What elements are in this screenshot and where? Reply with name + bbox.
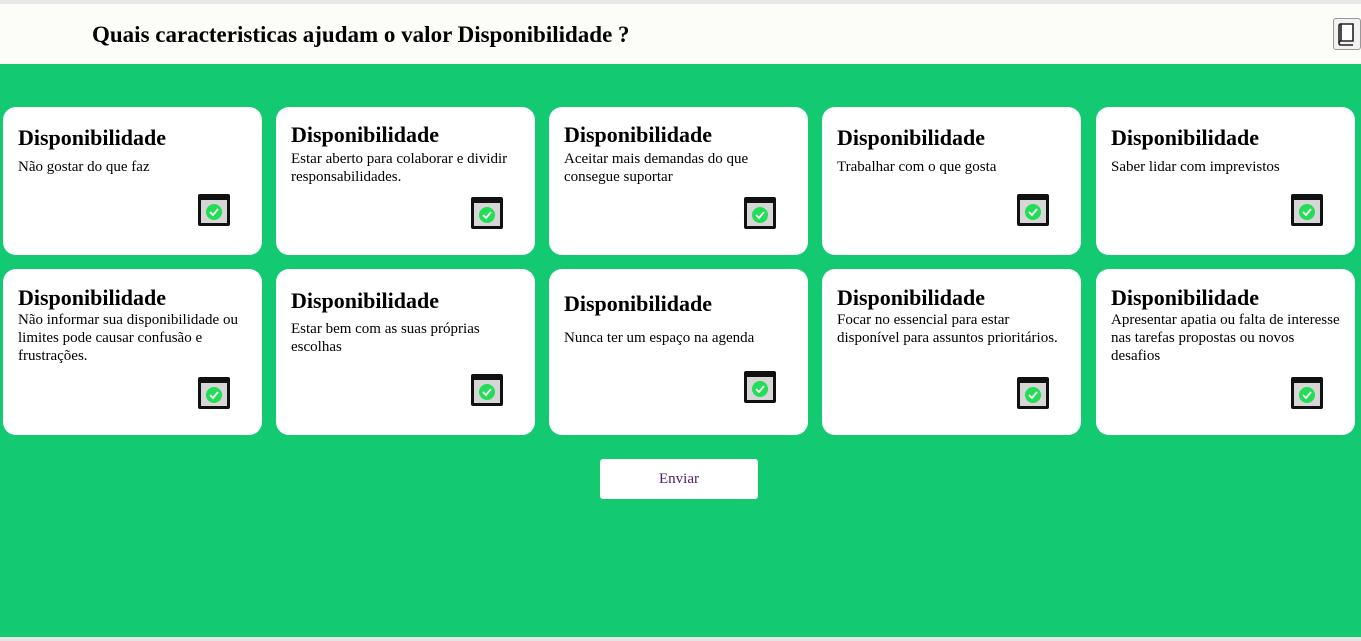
option-card[interactable]: Disponibilidade Trabalhar com o que gost… <box>822 107 1081 255</box>
card-text: Trabalhar com o que gosta <box>837 159 997 175</box>
option-card[interactable]: Disponibilidade Nunca ter um espaço na a… <box>549 269 808 435</box>
check-icon[interactable] <box>1016 192 1050 228</box>
bottom-border <box>0 637 1361 641</box>
check-icon[interactable] <box>470 195 504 231</box>
card-text: Estar aberto para colaborar e dividir re… <box>291 151 508 185</box>
book-button[interactable] <box>1333 18 1361 50</box>
card-text: Aceitar mais demandas do que consegue su… <box>564 151 749 185</box>
card-title: Disponibilidade <box>1111 125 1259 150</box>
option-card[interactable]: Disponibilidade Não gostar do que faz <box>3 107 262 255</box>
check-icon[interactable] <box>470 372 504 408</box>
book-icon <box>1338 23 1354 46</box>
check-icon[interactable] <box>743 369 777 405</box>
header-bar: Quais caracteristicas ajudam o valor Dis… <box>0 4 1361 64</box>
card-title: Disponibilidade <box>18 125 166 150</box>
option-card[interactable]: Disponibilidade Aceitar mais demandas do… <box>549 107 808 255</box>
card-title: Disponibilidade <box>564 291 712 316</box>
card-text: Focar no essencial para estar disponível… <box>837 312 1058 346</box>
check-icon[interactable] <box>197 192 231 228</box>
page-title: Quais caracteristicas ajudam o valor Dis… <box>92 22 630 47</box>
card-title: Disponibilidade <box>291 288 439 313</box>
card-title: Disponibilidade <box>564 122 712 147</box>
option-card[interactable]: Disponibilidade Estar bem com as suas pr… <box>276 269 535 435</box>
check-icon[interactable] <box>743 195 777 231</box>
send-button[interactable]: Enviar <box>600 459 758 499</box>
card-text: Estar bem com as suas próprias escolhas <box>291 321 480 355</box>
card-title: Disponibilidade <box>837 125 985 150</box>
card-text: Nunca ter um espaço na agenda <box>564 330 755 346</box>
check-icon[interactable] <box>1290 375 1324 411</box>
option-card[interactable]: Disponibilidade Não informar sua disponi… <box>3 269 262 435</box>
card-text: Não gostar do que faz <box>18 159 150 175</box>
check-icon[interactable] <box>197 375 231 411</box>
check-icon[interactable] <box>1016 375 1050 411</box>
check-icon[interactable] <box>1290 192 1324 228</box>
card-text: Não informar sua disponibilidade ou limi… <box>18 312 238 364</box>
card-text: Saber lidar com imprevistos <box>1111 159 1280 175</box>
option-card[interactable]: Disponibilidade Focar no essencial para … <box>822 269 1081 435</box>
card-title: Disponibilidade <box>837 285 985 310</box>
option-card[interactable]: Disponibilidade Apresentar apatia ou fal… <box>1096 269 1355 435</box>
option-card[interactable]: Disponibilidade Saber lidar com imprevis… <box>1096 107 1355 255</box>
card-title: Disponibilidade <box>291 122 439 147</box>
card-text: Apresentar apatia ou falta de interesse … <box>1111 312 1340 364</box>
option-card[interactable]: Disponibilidade Estar aberto para colabo… <box>276 107 535 255</box>
card-title: Disponibilidade <box>1111 285 1259 310</box>
card-title: Disponibilidade <box>18 285 166 310</box>
